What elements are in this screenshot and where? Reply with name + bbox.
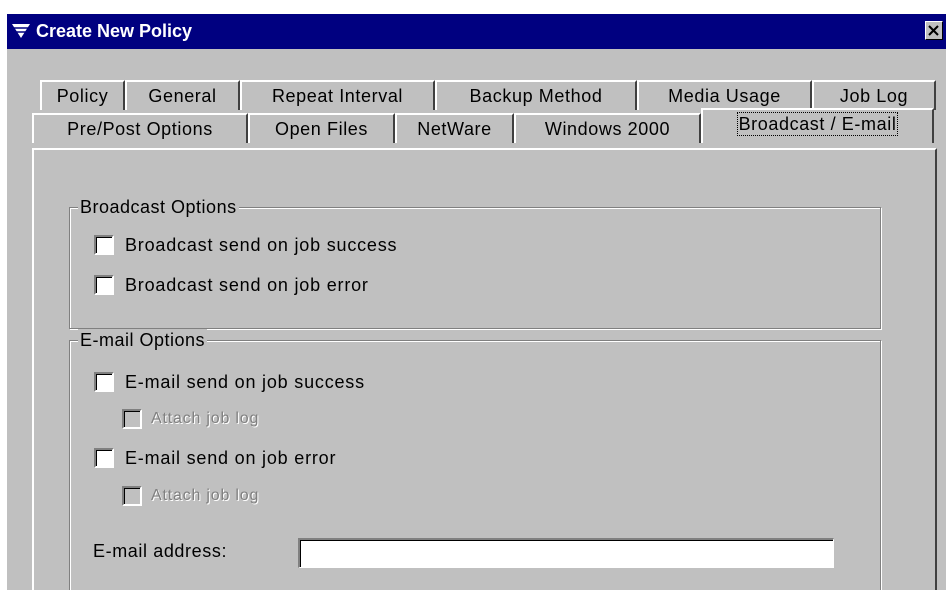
create-policy-dialog: Create New Policy Policy General Repeat … <box>7 14 946 590</box>
close-icon <box>928 25 939 36</box>
title-bar[interactable]: Create New Policy <box>7 14 946 49</box>
email-error-checkbox[interactable] <box>94 448 114 468</box>
broadcast-error-checkbox[interactable] <box>94 275 114 295</box>
email-success-checkbox[interactable] <box>94 372 114 392</box>
attach-log-success-option: Attach job log <box>122 407 382 431</box>
tab-repeat-interval[interactable]: Repeat Interval <box>240 80 435 110</box>
attach-log-error-option: Attach job log <box>122 484 382 508</box>
tab-panel: Broadcast Options Broadcast send on job … <box>32 148 937 590</box>
attach-log-success-label: Attach job log <box>151 410 260 427</box>
tab-label: NetWare <box>417 119 492 139</box>
tab-media-usage[interactable]: Media Usage <box>637 80 812 110</box>
broadcast-error-option[interactable]: Broadcast send on job error <box>94 273 514 297</box>
tab-label: Pre/Post Options <box>67 119 213 139</box>
tab-label: Open Files <box>274 119 369 139</box>
tab-broadcast-email[interactable]: Broadcast / E-mail <box>701 108 934 143</box>
broadcast-options-legend: Broadcast Options <box>78 196 239 218</box>
tab-label: Repeat Interval <box>271 86 404 106</box>
attach-log-error-checkbox <box>122 486 142 506</box>
broadcast-options-group <box>69 207 881 329</box>
tab-label: Job Log <box>839 86 909 106</box>
tab-policy[interactable]: Policy <box>40 80 125 110</box>
tab-job-log[interactable]: Job Log <box>812 80 936 110</box>
tab-label: Backup Method <box>469 86 603 106</box>
tab-label: General <box>148 86 217 106</box>
broadcast-error-label: Broadcast send on job error <box>125 275 369 295</box>
email-address-label: E-mail address: <box>93 541 228 561</box>
tab-label: Policy <box>56 86 109 106</box>
email-error-option[interactable]: E-mail send on job error <box>94 446 514 470</box>
filter-funnel-icon <box>12 24 30 38</box>
email-options-legend: E-mail Options <box>78 329 208 351</box>
email-success-option[interactable]: E-mail send on job success <box>94 370 514 394</box>
broadcast-success-label: Broadcast send on job success <box>125 235 398 255</box>
attach-log-success-checkbox <box>122 409 142 429</box>
close-button[interactable] <box>925 21 943 40</box>
broadcast-success-option[interactable]: Broadcast send on job success <box>94 233 514 257</box>
tab-open-files[interactable]: Open Files <box>248 113 395 143</box>
attach-log-error-label: Attach job log <box>151 487 260 504</box>
window-title: Create New Policy <box>36 21 193 41</box>
tab-label: Media Usage <box>668 86 781 106</box>
tab-label: Windows 2000 <box>544 119 671 139</box>
tab-netware[interactable]: NetWare <box>395 113 514 143</box>
email-error-label: E-mail send on job error <box>125 448 337 468</box>
broadcast-success-checkbox[interactable] <box>94 235 114 255</box>
email-address-input[interactable] <box>298 538 834 568</box>
tab-label: Broadcast / E-mail <box>736 112 899 136</box>
email-success-label: E-mail send on job success <box>125 372 365 392</box>
tab-backup-method[interactable]: Backup Method <box>435 80 637 110</box>
tab-general[interactable]: General <box>125 80 240 110</box>
tab-pre-post-options[interactable]: Pre/Post Options <box>32 113 248 143</box>
tab-windows-2000[interactable]: Windows 2000 <box>514 113 701 143</box>
